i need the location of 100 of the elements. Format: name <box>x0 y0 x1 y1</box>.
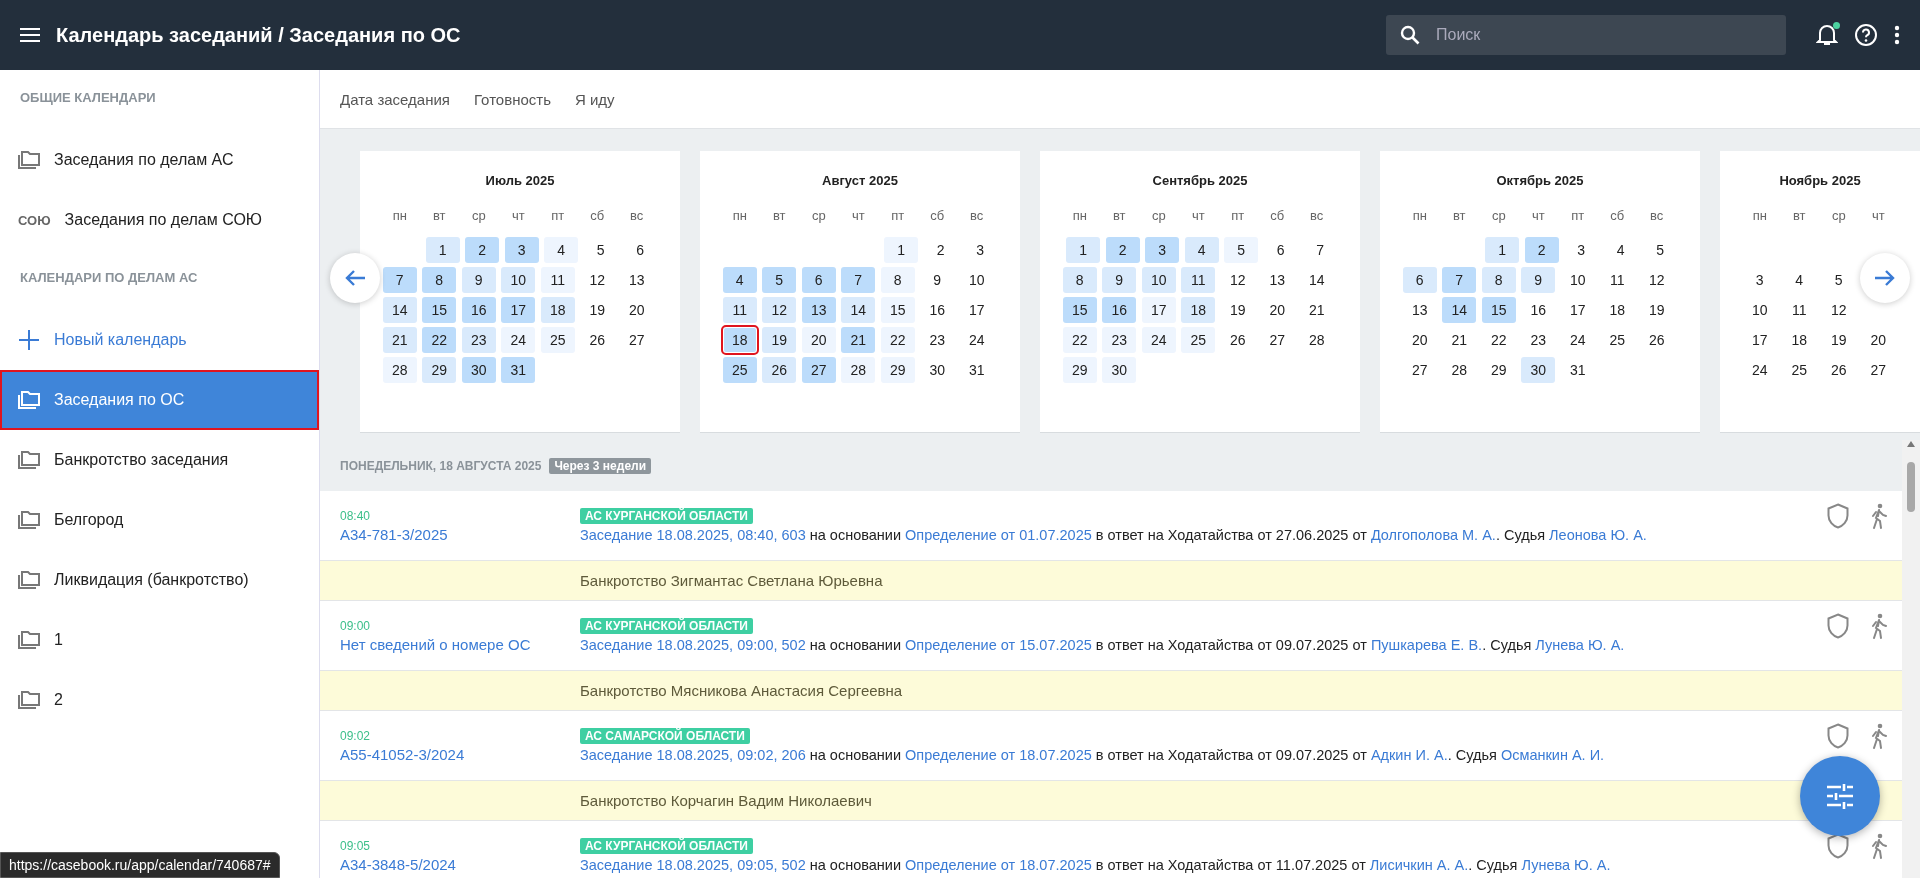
calendar-day[interactable]: 23 <box>1521 327 1556 353</box>
calendar-day[interactable]: 2 <box>923 237 958 263</box>
calendar-day[interactable]: 29 <box>1481 357 1516 383</box>
calendar-day[interactable]: 25 <box>1600 327 1635 353</box>
calendar-day[interactable]: 18 <box>1782 327 1817 353</box>
calendar-day[interactable]: 10 <box>1742 297 1777 323</box>
calendar-day[interactable]: 19 <box>580 297 615 323</box>
calendar-day[interactable]: 26 <box>1821 357 1856 383</box>
shield-icon[interactable] <box>1826 613 1850 639</box>
calendar-day[interactable]: 5 <box>583 237 618 263</box>
help-icon[interactable] <box>1854 23 1878 47</box>
calendar-day[interactable]: 4 <box>1782 267 1817 293</box>
calendar-day[interactable]: 2 <box>1524 237 1559 263</box>
description-link[interactable]: Определение от 01.07.2025 <box>905 527 1092 543</box>
calendar-day[interactable]: 12 <box>580 267 615 293</box>
tab[interactable]: Я иду <box>574 90 615 108</box>
description-link[interactable]: Лунева Ю. А. <box>1535 637 1625 653</box>
calendar-day[interactable]: 24 <box>1742 357 1777 383</box>
calendar-day[interactable]: 30 <box>1102 357 1137 383</box>
calendar-day[interactable]: 15 <box>880 297 915 323</box>
calendar-day[interactable]: 27 <box>801 357 836 383</box>
calendar-day[interactable]: 6 <box>801 267 836 293</box>
description-link[interactable]: Лунева Ю. А. <box>1521 857 1611 873</box>
calendar-day[interactable]: 25 <box>540 327 575 353</box>
calendar-day[interactable]: 26 <box>1639 327 1674 353</box>
calendar-day[interactable]: 18 <box>1600 297 1635 323</box>
calendar-day[interactable]: 20 <box>1402 327 1437 353</box>
tab[interactable]: Дата заседания <box>340 90 450 108</box>
case-number-link[interactable]: Нет сведений о номере ОС <box>340 635 580 653</box>
calendar-day[interactable]: 9 <box>920 267 955 293</box>
description-link[interactable]: Османкин А. И. <box>1500 747 1605 763</box>
calendar-day[interactable]: 7 <box>841 267 876 293</box>
calendar-day[interactable]: 26 <box>1220 327 1255 353</box>
calendar-day[interactable]: 30 <box>920 357 955 383</box>
calendar-day[interactable]: 29 <box>880 357 915 383</box>
calendar-day[interactable]: 4 <box>1184 237 1219 263</box>
calendar-day[interactable]: 13 <box>801 297 836 323</box>
scroll-up-icon[interactable] <box>1906 440 1916 448</box>
calendar-day[interactable]: 12 <box>1639 267 1674 293</box>
calendar-day[interactable]: 10 <box>959 267 994 293</box>
calendar-day[interactable]: 3 <box>1742 267 1777 293</box>
calendar-day[interactable]: 12 <box>762 297 797 323</box>
calendar-day[interactable]: 26 <box>580 327 615 353</box>
description-link[interactable]: Заседание 18.08.2025, 09:02, 206 <box>580 747 806 763</box>
calendar-day[interactable]: 8 <box>1062 267 1097 293</box>
calendar-day[interactable]: 11 <box>1600 267 1635 293</box>
calendar-day[interactable]: 14 <box>1299 267 1334 293</box>
calendar-day[interactable]: 8 <box>422 267 457 293</box>
description-link[interactable]: Заседание 18.08.2025, 09:00, 502 <box>580 637 806 653</box>
walking-person-icon[interactable] <box>1870 833 1888 859</box>
case-number-link[interactable]: А34-781-3/2025 <box>340 525 580 543</box>
calendar-day[interactable]: 15 <box>422 297 457 323</box>
calendar-day[interactable]: 31 <box>959 357 994 383</box>
calendar-day[interactable]: 12 <box>1220 267 1255 293</box>
calendar-day[interactable]: 22 <box>1481 327 1516 353</box>
calendar-day[interactable]: 16 <box>1102 297 1137 323</box>
description-link[interactable]: Определение от 18.07.2025 <box>905 857 1092 873</box>
calendar-day[interactable]: 4 <box>1603 237 1638 263</box>
calendar-day[interactable]: 28 <box>382 357 417 383</box>
calendar-day[interactable]: 19 <box>762 327 797 353</box>
calendar-day[interactable]: 27 <box>1861 357 1896 383</box>
calendar-day[interactable]: 21 <box>1299 297 1334 323</box>
shield-icon[interactable] <box>1826 503 1850 529</box>
description-link[interactable]: Адкин И. А. <box>1370 747 1448 763</box>
search-field[interactable]: Поиск <box>1386 15 1786 55</box>
calendar-day[interactable]: 20 <box>1861 327 1896 353</box>
calendar-day[interactable]: 8 <box>880 267 915 293</box>
calendar-day[interactable]: 11 <box>722 297 757 323</box>
calendar-day[interactable]: 17 <box>1560 297 1595 323</box>
calendar-day[interactable]: 10 <box>1560 267 1595 293</box>
calendar-day[interactable]: 24 <box>1560 327 1595 353</box>
calendar-day[interactable]: 11 <box>540 267 575 293</box>
calendar-day[interactable]: 11 <box>1782 297 1817 323</box>
calendar-day[interactable]: 27 <box>619 327 654 353</box>
sidebar-item[interactable]: Белгород <box>0 490 319 550</box>
calendar-day[interactable]: 9 <box>1521 267 1556 293</box>
calendar-day[interactable]: 6 <box>1402 267 1437 293</box>
calendar-day[interactable]: 3 <box>504 237 539 263</box>
calendar-day[interactable]: 6 <box>623 237 658 263</box>
calendar-day[interactable]: 27 <box>1402 357 1437 383</box>
calendar-day[interactable]: 14 <box>382 297 417 323</box>
calendar-day[interactable]: 12 <box>1821 297 1856 323</box>
calendar-day[interactable]: 28 <box>1299 327 1334 353</box>
description-link[interactable]: Лисичкин А. А. <box>1369 857 1469 873</box>
calendar-day[interactable]: 20 <box>801 327 836 353</box>
calendar-day[interactable]: 7 <box>1442 267 1477 293</box>
menu-icon[interactable] <box>20 27 40 43</box>
calendar-day[interactable]: 25 <box>1181 327 1216 353</box>
calendar-day[interactable]: 3 <box>963 237 998 263</box>
calendar-day[interactable]: 30 <box>461 357 496 383</box>
calendar-day[interactable]: 23 <box>461 327 496 353</box>
calendar-day[interactable]: 1 <box>1485 237 1520 263</box>
calendar-day[interactable]: 25 <box>722 357 757 383</box>
description-link[interactable]: Определение от 15.07.2025 <box>905 637 1092 653</box>
sidebar-item[interactable]: Ликвидация (банкротство) <box>0 550 319 610</box>
calendar-day[interactable]: 18 <box>1181 297 1216 323</box>
description-link[interactable]: Леонова Ю. А. <box>1549 527 1647 543</box>
calendar-day[interactable]: 1 <box>1066 237 1101 263</box>
calendar-day[interactable]: 3 <box>1564 237 1599 263</box>
calendar-day[interactable]: 22 <box>880 327 915 353</box>
